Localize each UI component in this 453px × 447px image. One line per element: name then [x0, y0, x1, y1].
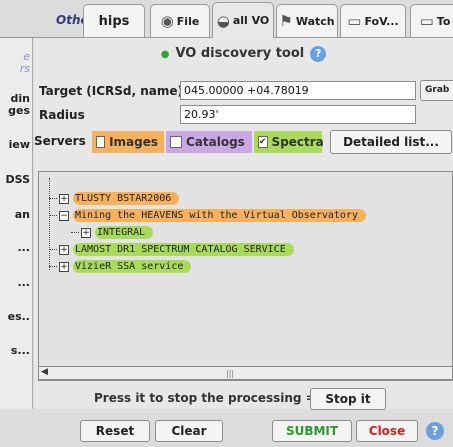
tab-file-label: File [176, 14, 200, 28]
left-label-5[interactable]: iew [9, 138, 30, 151]
spectra-checkbox-label: Spectra [271, 135, 324, 149]
tab-to-label: To [436, 14, 451, 28]
tab-all-vo-label: all VO [232, 14, 270, 27]
tab-to[interactable]: ▭ To [410, 4, 453, 37]
expand-icon[interactable]: + [81, 227, 91, 238]
left-sidebar: e rs din ges iew DSS an ... ... es.. s..… [0, 38, 33, 409]
radius-label: Radius [39, 108, 85, 122]
tree-node[interactable]: − Mining the HEAVENS with the Virtual Obs… [49, 209, 366, 222]
left-label-10[interactable]: es.. [8, 310, 30, 323]
tree-node-label[interactable]: INTEGRAL [95, 226, 154, 239]
expand-icon[interactable]: + [59, 244, 69, 255]
folder-icon: ▭ [347, 12, 362, 30]
left-label-2: rs [19, 62, 30, 75]
tree-node-label[interactable]: VizieR SSA service [73, 260, 192, 273]
tree-node-label[interactable]: LAMOST DR1 SPECTRUM CATALOG SERVICE [73, 243, 294, 256]
panel-title-row: ● VO discovery tool? [34, 46, 453, 62]
catalogs-checkbox[interactable]: Catalogs [166, 131, 252, 153]
tab-strip: Others hips ◉ File ◒ all VO ⚑ Watch ▭ FoV...… [0, 0, 453, 38]
tab-hips[interactable]: hips [83, 4, 145, 37]
reset-button[interactable]: Reset [80, 420, 150, 442]
target-input[interactable]: 045.00000 +04.78019 [180, 81, 416, 100]
close-button[interactable]: Close [356, 420, 418, 442]
catalogs-checkbox-label: Catalogs [186, 135, 245, 149]
images-checkbox-label: Images [109, 135, 158, 149]
tree-node[interactable]: + VizieR SSA service [49, 260, 192, 273]
panel-title: VO discovery tool [175, 46, 305, 61]
tab-watch-label: Watch [295, 14, 335, 28]
disk-icon: ◉ [160, 12, 174, 30]
help-icon[interactable]: ? [310, 46, 327, 62]
detailed-list-button[interactable]: Detailed list... [330, 130, 452, 154]
images-checkbox[interactable]: Images [92, 131, 164, 153]
left-label-9[interactable]: ... [17, 276, 30, 289]
catalogs-checkbox-box[interactable] [170, 136, 182, 148]
target-label: Target (ICRSd, name) [39, 84, 184, 98]
tree-node[interactable]: + TLUSTY BSTAR2006 [49, 192, 180, 205]
left-label-8[interactable]: ... [17, 241, 30, 254]
tree-node[interactable]: + INTEGRAL [71, 226, 154, 239]
satellite-dish-icon: ◒ [216, 11, 230, 30]
spectra-checkbox[interactable]: ✔ Spectra [254, 131, 324, 153]
images-checkbox-box[interactable] [96, 136, 106, 148]
expand-icon[interactable]: + [59, 261, 69, 272]
submit-button[interactable]: SUBMIT [272, 420, 352, 442]
grab-coordinates-button[interactable]: Grab c [420, 80, 453, 101]
spectra-checkbox-box[interactable]: ✔ [258, 136, 268, 148]
left-label-6[interactable]: DSS [6, 173, 30, 186]
telescope-icon: ⚑ [279, 12, 293, 30]
bottom-button-bar: Reset Clear SUBMIT Close ? [0, 410, 453, 447]
stop-hint-text: Press it to stop the processing => [94, 391, 326, 405]
tab-all-vo[interactable]: ◒ all VO [212, 2, 274, 38]
help-icon[interactable]: ? [426, 422, 444, 440]
tab-watch[interactable]: ⚑ Watch [276, 4, 338, 37]
horizontal-scrollbar[interactable]: ◀ ||| [38, 366, 453, 380]
collapse-icon[interactable]: − [59, 210, 69, 221]
status-dot-icon: ● [160, 49, 170, 60]
tree-node-label[interactable]: TLUSTY BSTAR2006 [73, 192, 180, 205]
left-label-4[interactable]: ges [8, 104, 30, 117]
tab-file[interactable]: ◉ File [150, 4, 210, 37]
tree-node-label[interactable]: Mining the HEAVENS with the Virtual Obse… [73, 209, 366, 222]
left-label-7[interactable]: an [15, 208, 30, 221]
left-label-11[interactable]: s... [11, 344, 30, 357]
scroll-left-icon[interactable]: ◀ [41, 367, 48, 377]
servers-label: Servers [34, 134, 86, 148]
folder-icon: ▭ [419, 12, 434, 30]
tab-hips-label: hips [98, 13, 130, 29]
stop-button[interactable]: Stop it [310, 388, 386, 410]
expand-icon[interactable]: + [59, 193, 69, 204]
tab-fov[interactable]: ▭ FoV... [340, 4, 406, 37]
clear-button[interactable]: Clear [155, 420, 223, 442]
tree-node[interactable]: + LAMOST DR1 SPECTRUM CATALOG SERVICE [49, 243, 294, 256]
radius-input[interactable]: 20.93' [180, 105, 416, 124]
results-tree[interactable]: + TLUSTY BSTAR2006 − Mining the HEAVENS wi… [38, 171, 453, 381]
vo-discovery-panel: ● VO discovery tool? Target (ICRSd, name)… [34, 38, 453, 410]
tab-fov-label: FoV... [364, 14, 399, 28]
scroll-grip-icon[interactable]: ||| [226, 369, 234, 378]
